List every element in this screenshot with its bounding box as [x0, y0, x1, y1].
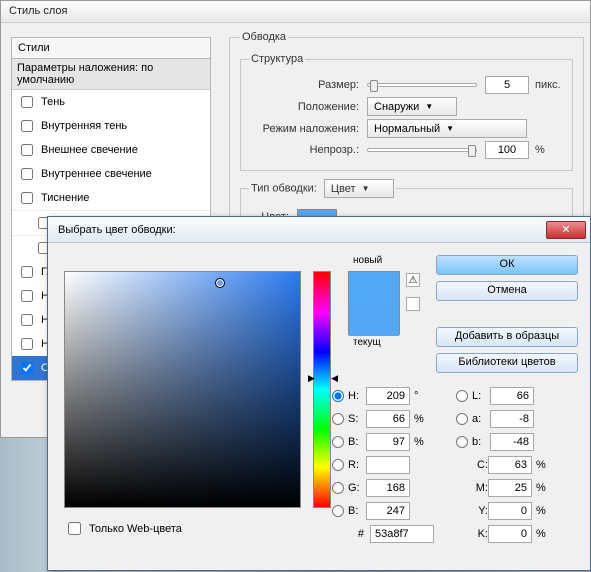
style-item-shadow[interactable]: Тень	[12, 90, 210, 114]
picker-title: Выбрать цвет обводки:	[58, 224, 176, 236]
shadow-checkbox[interactable]	[21, 96, 33, 108]
h-input[interactable]	[366, 387, 410, 405]
y-input[interactable]	[488, 502, 532, 520]
a-input[interactable]	[490, 410, 534, 428]
s-input[interactable]	[366, 410, 410, 428]
close-icon: ✕	[561, 223, 570, 236]
structure-group: Структура Размер: пикс. Положение: Снару…	[240, 53, 573, 171]
slider-thumb-icon[interactable]	[370, 80, 378, 92]
styles-header: Стили	[11, 37, 211, 59]
r-input[interactable]	[366, 456, 410, 474]
stroke-type-label: Тип обводки:	[251, 183, 317, 195]
new-color-label: новый	[353, 255, 382, 266]
current-color-label: текущ	[353, 337, 381, 348]
bevel-checkbox[interactable]	[21, 192, 33, 204]
color-value-fields: H:° S:% B:% R: G: B: # L: a: b: C:% M:% …	[332, 383, 580, 547]
close-button[interactable]: ✕	[546, 221, 586, 239]
chevron-down-icon: ▼	[446, 124, 454, 133]
patt-overlay-checkbox[interactable]	[21, 338, 33, 350]
color-overlay-checkbox[interactable]	[21, 290, 33, 302]
inner-glow-checkbox[interactable]	[21, 168, 33, 180]
g-input[interactable]	[366, 479, 410, 497]
stroke-type-combo[interactable]: Цвет▼	[324, 179, 394, 198]
s-radio[interactable]	[332, 413, 344, 425]
size-input[interactable]	[485, 76, 529, 94]
style-item-bevel[interactable]: Тиснение	[12, 186, 210, 210]
stroke-legend: Обводка	[240, 31, 288, 43]
r-radio[interactable]	[332, 459, 344, 471]
color-selector-ring-icon[interactable]	[215, 278, 225, 288]
size-unit: пикс.	[535, 79, 561, 91]
web-only-row: Только Web-цвета	[64, 519, 182, 538]
l-input[interactable]	[490, 387, 534, 405]
k-input[interactable]	[488, 525, 532, 543]
a-radio[interactable]	[456, 413, 468, 425]
color-field[interactable]	[64, 271, 301, 508]
g-radio[interactable]	[332, 482, 344, 494]
b-input[interactable]	[490, 433, 534, 451]
opacity-unit: %	[535, 144, 545, 156]
bc-input[interactable]	[366, 502, 410, 520]
structure-legend: Структура	[249, 53, 305, 65]
stroke-checkbox[interactable]	[21, 362, 33, 374]
new-color-swatch[interactable]	[349, 272, 399, 304]
bv-input[interactable]	[366, 433, 410, 451]
opacity-slider[interactable]	[367, 148, 477, 152]
hex-input[interactable]	[370, 525, 434, 543]
position-label: Положение:	[249, 101, 359, 113]
color-libraries-button[interactable]: Библиотеки цветов	[436, 353, 578, 373]
opacity-input[interactable]	[485, 141, 529, 159]
web-only-label: Только Web-цвета	[89, 523, 182, 535]
grad-overlay-checkbox[interactable]	[21, 314, 33, 326]
bv-radio[interactable]	[332, 436, 344, 448]
b-radio[interactable]	[456, 436, 468, 448]
style-item-inner-glow[interactable]: Внутреннее свечение	[12, 162, 210, 186]
position-combo[interactable]: Снаружи▼	[367, 97, 457, 116]
m-input[interactable]	[488, 479, 532, 497]
blend-combo[interactable]: Нормальный▼	[367, 119, 527, 138]
color-picker-dialog: Выбрать цвет обводки: ✕ ▶◀ новый текущ ⚠…	[47, 216, 591, 571]
style-item-inner-shadow[interactable]: Внутренняя тень	[12, 114, 210, 138]
add-swatch-button[interactable]: Добавить в образцы	[436, 327, 578, 347]
blending-options-row[interactable]: Параметры наложения: по умолчанию	[12, 59, 210, 90]
hue-slider[interactable]	[313, 271, 331, 508]
bc-radio[interactable]	[332, 505, 344, 517]
current-color-swatch[interactable]	[349, 304, 399, 336]
gamut-warning-icon[interactable]: ⚠	[406, 273, 420, 287]
style-item-outer-glow[interactable]: Внешнее свечение	[12, 138, 210, 162]
opacity-label: Непрозр.:	[249, 144, 359, 156]
picker-titlebar[interactable]: Выбрать цвет обводки: ✕	[48, 217, 590, 243]
size-label: Размер:	[249, 79, 359, 91]
slider-thumb-icon[interactable]	[468, 145, 476, 157]
outer-glow-checkbox[interactable]	[21, 144, 33, 156]
color-preview	[348, 271, 400, 335]
chevron-down-icon: ▼	[362, 184, 370, 193]
layer-style-title: Стиль слоя	[1, 1, 590, 23]
chevron-down-icon: ▼	[425, 102, 433, 111]
websafe-warning-icon[interactable]	[406, 297, 420, 311]
ok-button[interactable]: ОК	[436, 255, 578, 275]
cancel-button[interactable]: Отмена	[436, 281, 578, 301]
size-slider[interactable]	[367, 83, 477, 87]
hex-label: #	[332, 528, 364, 540]
h-radio[interactable]	[332, 390, 344, 402]
inner-shadow-checkbox[interactable]	[21, 120, 33, 132]
blend-label: Режим наложения:	[249, 123, 359, 135]
c-input[interactable]	[488, 456, 532, 474]
l-radio[interactable]	[456, 390, 468, 402]
gloss-checkbox[interactable]	[21, 266, 33, 278]
web-only-checkbox[interactable]	[68, 522, 81, 535]
